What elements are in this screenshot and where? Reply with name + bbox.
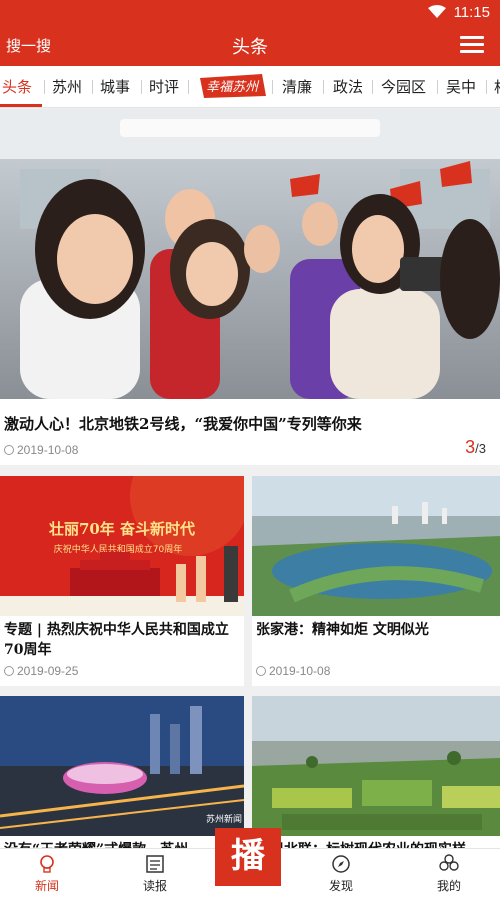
nav-read[interactable]: 读报 xyxy=(120,853,190,894)
tab-divider xyxy=(92,80,93,94)
card-thumbnail: 壮丽70年 奋斗新时代 庆祝中华人民共和国成立70周年 xyxy=(0,476,244,616)
card-banner-main: 壮丽70年 奋斗新时代 xyxy=(49,520,195,538)
card-title[interactable]: 没有“王者荣耀”式爆款，苏州 xyxy=(0,836,244,848)
carousel-pager: 3/3 xyxy=(465,437,486,458)
card-thumbnail xyxy=(252,476,500,616)
clock-icon xyxy=(4,445,14,455)
pager-current: 3 xyxy=(465,437,476,457)
app-header: 搜一搜 头条 xyxy=(0,24,500,66)
nav-discover[interactable]: 发现 xyxy=(306,853,376,894)
happy-suzhou-text: 幸福苏州 xyxy=(206,80,260,95)
tab-park[interactable]: 今园区 xyxy=(381,76,426,97)
wifi-icon xyxy=(427,5,446,18)
nav-read-label: 读报 xyxy=(142,879,167,893)
watermark-text: 苏州新闻 xyxy=(206,813,242,825)
tab-divider xyxy=(272,80,273,94)
card-title[interactable]: 同里北联：标树现代农业的现实样 xyxy=(252,836,500,848)
tab-active-indicator xyxy=(0,104,42,107)
clock-icon xyxy=(256,666,266,676)
nav-mine-label: 我的 xyxy=(436,879,461,893)
hero-date: 2019-10-08 xyxy=(4,443,78,457)
hero-caption[interactable]: 激动人心！北京地铁2号线，“我爱你中国”专列等你来 2019-10-08 3/3 xyxy=(0,399,500,465)
page-title: 头条 xyxy=(232,37,268,58)
card-thumbnail: 苏州新闻 xyxy=(0,696,244,836)
tab-divider xyxy=(141,80,142,94)
news-card[interactable]: 同里北联：标树现代农业的现实样 xyxy=(252,696,500,848)
tab-divider xyxy=(437,80,438,94)
tab-integrity[interactable]: 清廉 xyxy=(282,76,312,97)
card-date-text: 2019-10-08 xyxy=(269,664,331,678)
tab-divider xyxy=(486,80,487,94)
tab-divider xyxy=(44,80,45,94)
tab-commentary[interactable]: 时评 xyxy=(149,76,179,97)
tab-divider xyxy=(323,80,324,94)
nav-news[interactable]: 新闻 xyxy=(12,853,82,894)
subway-crowd-photo xyxy=(0,109,500,399)
card-thumbnail xyxy=(252,696,500,836)
flower-icon xyxy=(439,854,459,871)
news-card[interactable]: 张家港：精神如炬 文明似光 2019-10-08 xyxy=(252,476,500,686)
tab-suzhou[interactable]: 苏州 xyxy=(52,76,82,97)
status-bar: 11:15 xyxy=(0,0,500,24)
card-title[interactable]: 张家港：精神如炬 文明似光 xyxy=(252,616,500,660)
hero-date-text: 2019-10-08 xyxy=(17,443,79,457)
hero-title[interactable]: 激动人心！北京地铁2号线，“我爱你中国”专列等你来 xyxy=(4,413,362,434)
channel-tabs: 头条 苏州 城事 时评 幸福苏州 清廉 政法 今园区 吴中 相 xyxy=(0,66,500,108)
nav-news-label: 新闻 xyxy=(34,879,59,893)
hero-image[interactable] xyxy=(0,109,500,399)
nav-mine[interactable]: 我的 xyxy=(414,853,484,894)
card-date: 2019-09-25 xyxy=(0,660,244,678)
clock-icon xyxy=(4,666,14,676)
pager-total: /3 xyxy=(475,441,486,456)
tab-city[interactable]: 城事 xyxy=(100,76,130,97)
nav-discover-label: 发现 xyxy=(328,879,353,893)
tab-next[interactable]: 相 xyxy=(494,76,500,97)
newspaper-icon xyxy=(146,855,164,873)
tab-headline[interactable]: 头条 xyxy=(2,76,32,97)
compass-icon xyxy=(332,855,350,873)
lightbulb-icon xyxy=(40,855,54,873)
card-date: 2019-10-08 xyxy=(252,660,500,678)
card-date-text: 2019-09-25 xyxy=(17,664,79,678)
broadcast-button[interactable]: 播 xyxy=(215,828,281,886)
news-card[interactable]: 壮丽70年 奋斗新时代 庆祝中华人民共和国成立70周年 专题 | 热烈庆祝中华人… xyxy=(0,476,244,686)
tab-divider xyxy=(188,80,189,94)
tab-law[interactable]: 政法 xyxy=(333,76,363,97)
news-card[interactable]: 苏州新闻 没有“王者荣耀”式爆款，苏州 xyxy=(0,696,244,848)
tab-wuzhong[interactable]: 吴中 xyxy=(446,76,476,97)
menu-icon[interactable] xyxy=(460,36,484,54)
tab-happy-suzhou[interactable]: 幸福苏州 xyxy=(196,72,268,100)
status-time: 11:15 xyxy=(453,3,490,21)
tab-divider xyxy=(372,80,373,94)
card-title[interactable]: 专题 | 热烈庆祝中华人民共和国成立70周年 xyxy=(0,616,244,660)
